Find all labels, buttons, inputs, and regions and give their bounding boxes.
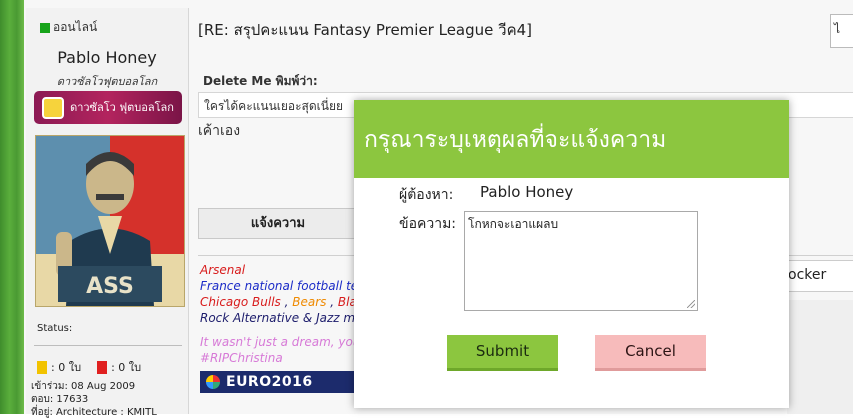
signature-line-3: Chicago Bulls , Bears , Blac — [200, 294, 366, 310]
top-right-button[interactable]: ไ — [830, 14, 853, 48]
online-dot-icon — [40, 22, 50, 33]
right-field-text: ocker — [788, 267, 827, 283]
online-label: ออนไลน์ — [53, 20, 98, 34]
online-status: ออนไลน์ — [40, 18, 97, 37]
rank-badge: ดาวซัลโว ฟุตบอลโลก — [34, 91, 182, 124]
post-count: ตอบ: 17633 — [31, 394, 89, 405]
post-title: [RE: สรุปคะแนน Fantasy Premier League วี… — [198, 21, 533, 39]
modal-title: กรุณาระบุเหตุผลที่จะแจ้งความ — [364, 127, 667, 153]
badge-logo-icon — [42, 96, 65, 119]
avatar: ASS — [35, 135, 185, 307]
report-button[interactable]: แจ้งความ — [198, 208, 358, 239]
signature-team-2: Bears — [292, 295, 327, 309]
user-profile-sidebar: ออนไลน์ Pablo Honey ดาวซัลโวฟุตบอลโลก ดา… — [26, 8, 189, 418]
accused-value: Pablo Honey — [480, 183, 574, 201]
resize-grip-icon[interactable] — [687, 300, 695, 308]
joined-date: เข้าร่วม: 08 Aug 2009 — [31, 381, 136, 392]
yellow-card-icon — [37, 360, 47, 374]
accused-label: ผู้ต้องหา: — [399, 187, 454, 203]
username-link[interactable]: Pablo Honey — [26, 48, 188, 67]
status-label: Status: — [37, 323, 73, 334]
divider — [34, 345, 182, 346]
signature-team-1: Chicago Bulls — [200, 295, 281, 309]
signature-line-2: France national football tea — [200, 279, 366, 293]
cancel-button[interactable]: Cancel — [595, 335, 706, 371]
yellow-card-count: : 0 ใบ — [51, 361, 82, 374]
red-card-count: : 0 ใบ — [111, 361, 142, 374]
euro-text: EURO2016 — [226, 374, 313, 390]
submit-button[interactable]: Submit — [447, 335, 558, 371]
user-location: ที่อยู่: Architecture : KMITL — [31, 407, 157, 418]
background-grass — [0, 0, 24, 414]
message-text: โกหกจะเอาแผลบ — [468, 217, 559, 231]
avatar-image: ASS — [36, 136, 184, 306]
right-text-field[interactable]: ocker — [787, 260, 853, 292]
euro2016-banner: EURO2016 — [200, 371, 356, 393]
card-counts: : 0 ใบ : 0 ใบ — [37, 358, 141, 376]
quote-text: ใครได้คะแนนเยอะสุดเนี่ยย — [204, 99, 344, 113]
quote-author: Delete Me พิมพ์ว่า: — [203, 74, 318, 88]
signature-sep-2: , — [326, 295, 338, 309]
user-meta: เข้าร่วม: 08 Aug 2009 ตอบ: 17633 ที่อยู่… — [31, 380, 157, 419]
signature-line-4: Rock Alternative & Jazz mu — [200, 311, 363, 325]
top-right-glyph: ไ — [834, 22, 841, 36]
signature-line-1: Arsenal — [200, 263, 246, 277]
signature-line-5: It wasn't just a dream, you — [200, 335, 361, 349]
message-label: ข้อความ: — [399, 216, 457, 232]
user-title: ดาวซัลโวฟุตบอลโลก — [56, 75, 158, 88]
red-card-icon — [97, 360, 108, 374]
signature: Arsenal France national football tea Chi… — [200, 262, 366, 366]
signature-line-6: #RIPChristina — [200, 351, 283, 365]
signature-sep-1: , — [280, 295, 293, 309]
badge-text: ดาวซัลโว ฟุตบอลโลก — [70, 100, 174, 114]
report-modal: กรุณาระบุเหตุผลที่จะแจ้งความ ผู้ต้องหา: … — [354, 100, 789, 408]
euro-logo-icon — [206, 375, 220, 389]
avatar-caption: ASS — [86, 274, 134, 299]
modal-header: กรุณาระบุเหตุผลที่จะแจ้งความ — [354, 100, 789, 178]
right-panel — [787, 300, 853, 414]
message-textarea[interactable]: โกหกจะเอาแผลบ — [464, 211, 698, 311]
reply-text: เค้าเอง — [198, 123, 241, 139]
